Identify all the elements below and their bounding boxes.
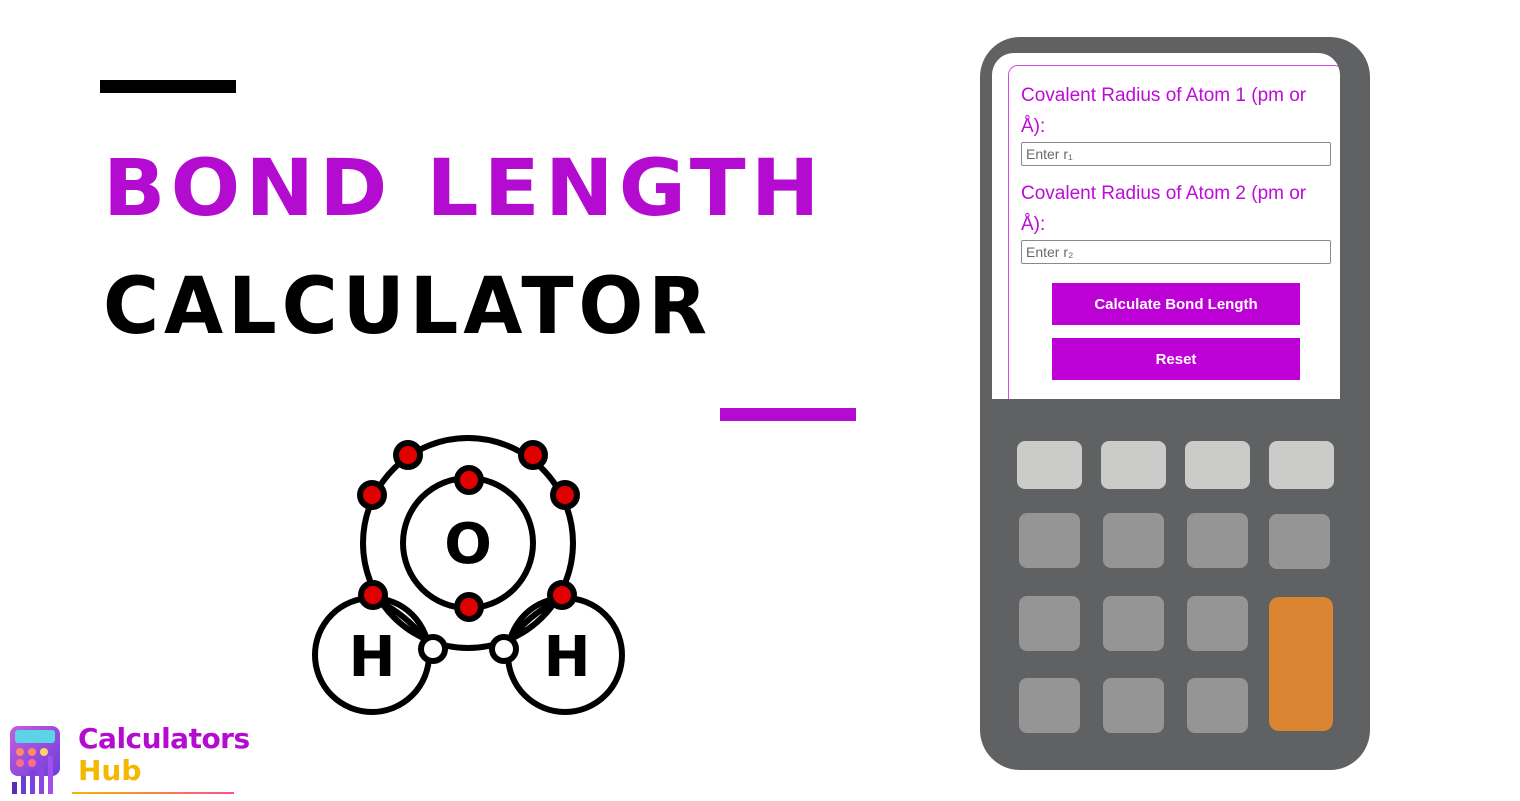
water-molecule-icon: O H H xyxy=(312,435,625,715)
calculator-key xyxy=(1187,678,1248,733)
calculator-screen: Covalent Radius of Atom 1 (pm or Å): Cov… xyxy=(992,53,1340,399)
calculators-hub-logo[interactable]: Calculators Hub xyxy=(8,722,250,796)
title-line-2: CALCULATOR xyxy=(103,262,713,352)
calculator-key xyxy=(1101,441,1166,489)
electron xyxy=(357,480,387,510)
calculate-bond-length-button[interactable]: Calculate Bond Length xyxy=(1052,283,1300,325)
decorative-bar-top xyxy=(100,80,236,93)
hydrogen-electron-right xyxy=(489,634,519,664)
electron xyxy=(550,480,580,510)
atom2-radius-label: Covalent Radius of Atom 2 (pm or Å): xyxy=(1021,183,1307,235)
calculator-key xyxy=(1185,441,1250,489)
calculator-key xyxy=(1269,441,1334,489)
calculator-logo-icon xyxy=(10,726,60,794)
electron xyxy=(518,440,548,470)
hydrogen-left-label: H xyxy=(349,625,396,690)
calculator-key xyxy=(1103,678,1164,733)
calculator-key xyxy=(1103,513,1164,568)
atom1-radius-label: Covalent Radius of Atom 1 (pm or Å): xyxy=(1021,85,1307,137)
atom1-radius-input[interactable] xyxy=(1021,142,1331,166)
electron xyxy=(454,465,484,495)
logo-text-calculators: Calculators xyxy=(78,722,250,755)
logo-underline xyxy=(72,792,234,794)
reset-button[interactable]: Reset xyxy=(1052,338,1300,380)
calculator-key xyxy=(1187,596,1248,651)
oxygen-label: O xyxy=(444,512,492,577)
electron xyxy=(358,580,388,610)
calculator-equals-key xyxy=(1269,597,1333,731)
calculator-key xyxy=(1019,596,1080,651)
hydrogen-right-label: H xyxy=(544,625,591,690)
calculator-key xyxy=(1103,596,1164,651)
calculator-key xyxy=(1269,514,1330,569)
calculator-key xyxy=(1019,678,1080,733)
electron xyxy=(393,440,423,470)
calculator-key xyxy=(1019,513,1080,568)
calculator-key xyxy=(1017,441,1082,489)
decorative-bar-accent xyxy=(720,408,856,421)
atom2-radius-input[interactable] xyxy=(1021,240,1331,264)
logo-text-hub: Hub xyxy=(78,754,142,787)
calculator-device: Covalent Radius of Atom 1 (pm or Å): Cov… xyxy=(980,37,1370,770)
title-line-1: BOND LENGTH xyxy=(103,144,825,234)
electron xyxy=(454,592,484,622)
hydrogen-electron-left xyxy=(418,634,448,664)
bond-length-form: Covalent Radius of Atom 1 (pm or Å): Cov… xyxy=(1008,65,1340,399)
electron xyxy=(547,580,577,610)
calculator-key xyxy=(1187,513,1248,568)
